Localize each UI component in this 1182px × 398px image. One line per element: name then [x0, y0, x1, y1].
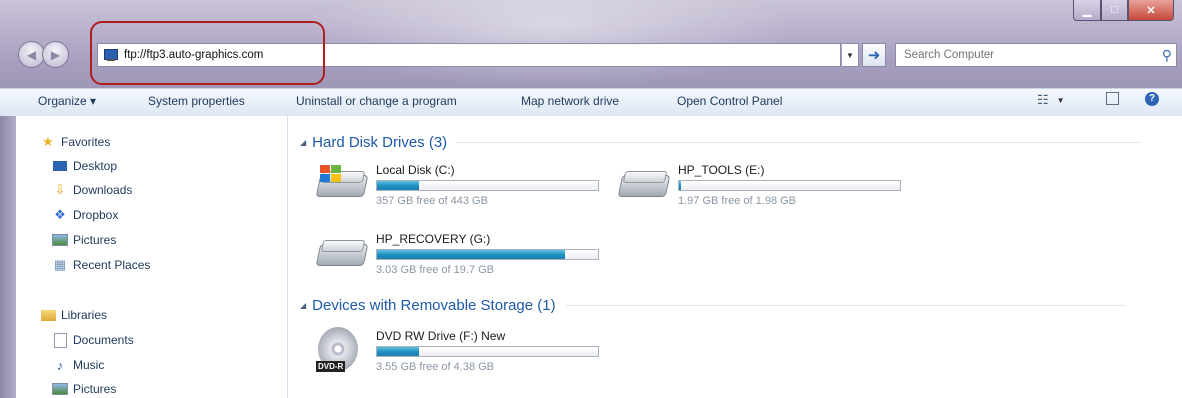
- back-button[interactable]: ◀: [18, 41, 45, 68]
- drive-free-space: 3.03 GB free of 19.7 GB: [376, 264, 495, 276]
- sidebar-item-documents[interactable]: Documents: [52, 332, 134, 348]
- go-button[interactable]: ➜: [862, 43, 886, 67]
- group-divider: [457, 142, 1142, 143]
- drive-usage-bar: [678, 180, 901, 191]
- sidebar-item-label: Libraries: [61, 308, 108, 322]
- preview-pane-icon: [1106, 92, 1119, 105]
- annotation-highlight: [90, 21, 325, 85]
- drive-usage-bar: [376, 346, 599, 357]
- sidebar-item-recent-places[interactable]: ▦ Recent Places: [52, 257, 151, 273]
- preview-pane-button[interactable]: [1106, 92, 1119, 105]
- desktop-icon: [52, 158, 68, 174]
- sidebar-item-desktop[interactable]: Desktop: [52, 158, 117, 174]
- uninstall-button[interactable]: Uninstall or change a program: [296, 94, 457, 108]
- sidebar-item-label: Pictures: [73, 382, 117, 396]
- sidebar-item-label: Recent Places: [73, 258, 151, 272]
- forward-button[interactable]: ▶: [42, 41, 69, 68]
- recent-places-icon: ▦: [53, 257, 67, 272]
- view-icon: ☷: [1037, 92, 1049, 107]
- collapse-icon: ◢: [300, 138, 307, 147]
- drive-item-g[interactable]: HP_RECOVERY (G:) 3.03 GB free of 19.7 GB: [315, 232, 616, 282]
- drive-free-space: 1.97 GB free of 1.98 GB: [678, 195, 797, 207]
- drive-usage-bar: [376, 249, 599, 260]
- music-icon: ♪: [56, 357, 64, 373]
- sidebar-item-label: Desktop: [73, 159, 118, 173]
- group-title: Devices with Removable Storage (1): [312, 297, 556, 314]
- window-border: [0, 116, 16, 398]
- organize-button[interactable]: Organize ▾: [38, 94, 96, 108]
- sidebar-item-libraries[interactable]: Libraries: [40, 307, 107, 323]
- help-button[interactable]: ?: [1145, 92, 1159, 106]
- navigation-pane: ★ Favorites Desktop ⇩ Downloads ❖ Dropbo…: [0, 116, 288, 398]
- collapse-icon: ◢: [300, 301, 307, 310]
- group-header-hdd[interactable]: ◢ Hard Disk Drives (3): [300, 134, 1142, 151]
- map-network-drive-button[interactable]: Map network drive: [521, 94, 619, 108]
- documents-icon: [52, 332, 68, 348]
- sidebar-item-label: Dropbox: [73, 208, 119, 222]
- sidebar-item-pictures[interactable]: Pictures: [52, 232, 116, 248]
- group-divider: [565, 305, 1126, 306]
- nav-buttons: ◀ ▶: [18, 41, 69, 68]
- drive-name: HP_RECOVERY (G:): [376, 232, 491, 246]
- drive-usage-bar: [376, 180, 599, 191]
- group-title: Hard Disk Drives (3): [312, 134, 448, 151]
- view-options-button[interactable]: ☷ ▼: [1037, 92, 1065, 108]
- drive-name: HP_TOOLS (E:): [678, 163, 765, 177]
- sidebar-item-label: Documents: [73, 333, 134, 347]
- sidebar-item-downloads[interactable]: ⇩ Downloads: [52, 182, 133, 198]
- sidebar-item-label: Pictures: [73, 233, 117, 247]
- search-input[interactable]: [902, 48, 1136, 62]
- minimize-button[interactable]: ▁: [1073, 0, 1101, 21]
- close-button[interactable]: ✕: [1128, 0, 1174, 21]
- libraries-icon: [40, 307, 56, 323]
- star-icon: ★: [42, 134, 54, 149]
- hard-disk-icon: [315, 232, 369, 272]
- sidebar-item-label: Favorites: [61, 135, 111, 149]
- sidebar-item-favorites[interactable]: ★ Favorites: [40, 134, 110, 150]
- chevron-down-icon: ▼: [1056, 95, 1065, 105]
- system-properties-button[interactable]: System properties: [148, 94, 245, 108]
- open-control-panel-button[interactable]: Open Control Panel: [677, 94, 782, 108]
- command-bar: Organize ▾ System properties Uninstall o…: [0, 88, 1182, 117]
- dvd-drive-icon: DVD-R: [316, 327, 368, 372]
- drive-item-dvd[interactable]: DVD-R DVD RW Drive (F:) New 3.55 GB free…: [316, 327, 616, 384]
- sidebar-item-music[interactable]: ♪ Music: [52, 357, 105, 373]
- address-dropdown-button[interactable]: ▼: [842, 43, 859, 67]
- sidebar-item-library-pictures[interactable]: Pictures: [52, 381, 116, 397]
- downloads-icon: ⇩: [54, 182, 66, 197]
- drive-item-e[interactable]: HP_TOOLS (E:) 1.97 GB free of 1.98 GB: [617, 163, 918, 213]
- drive-free-space: 3.55 GB free of 4.38 GB: [376, 361, 495, 373]
- group-header-removable[interactable]: ◢ Devices with Removable Storage (1): [300, 297, 1126, 314]
- drive-free-space: 357 GB free of 443 GB: [376, 195, 488, 207]
- drive-item-c[interactable]: Local Disk (C:) 357 GB free of 443 GB: [315, 163, 616, 213]
- dvd-badge: DVD-R: [316, 361, 346, 372]
- window-controls: ▁ □ ✕: [1073, 0, 1174, 21]
- sidebar-item-label: Music: [73, 358, 105, 372]
- drive-name: DVD RW Drive (F:) New: [376, 329, 506, 343]
- dropbox-icon: ❖: [54, 207, 66, 222]
- hard-disk-icon: [617, 163, 671, 203]
- search-box[interactable]: ⚲: [895, 43, 1177, 67]
- content-pane: ◢ Hard Disk Drives (3) Local Disk (C:) 3…: [288, 116, 1182, 398]
- hard-disk-windows-icon: [315, 163, 369, 203]
- sidebar-item-label: Downloads: [73, 183, 133, 197]
- pictures-icon: [52, 232, 68, 248]
- maximize-button[interactable]: □: [1101, 0, 1128, 21]
- sidebar-item-dropbox[interactable]: ❖ Dropbox: [52, 207, 118, 223]
- drive-name: Local Disk (C:): [376, 163, 455, 177]
- help-icon: ?: [1145, 92, 1159, 106]
- pictures-icon: [52, 381, 68, 397]
- search-icon[interactable]: ⚲: [1162, 47, 1172, 64]
